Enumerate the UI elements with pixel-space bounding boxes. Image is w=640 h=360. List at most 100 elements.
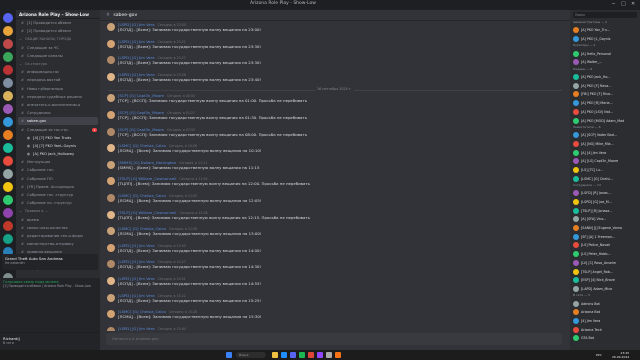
member-item[interactable]: [A] PKO [LSV] Nat... [570, 108, 640, 117]
close-icon[interactable]: ✕ [631, 1, 635, 7]
chat-message[interactable]: [SMMS] [G] Dollars_Harrington Сегодня, в … [100, 159, 570, 176]
chat-message[interactable]: [TSLP] [G] William_Cosmonnell Сегодня, в … [100, 209, 570, 226]
avatar[interactable] [107, 260, 115, 269]
server-icon[interactable] [3, 195, 13, 205]
chat-message[interactable]: [LSPD] [G] Jim Vera Сегодня, в 23:21 [ЛСПД… [100, 38, 570, 55]
member-item[interactable]: [A] PKO [MOD] Adam_Mad [570, 116, 640, 125]
message-author[interactable]: [TSLP] [G] William_Cosmonnell [118, 210, 176, 215]
minimize-icon[interactable]: ─ [612, 1, 615, 7]
chat-message[interactable]: [LSMC] [G] Chelsia_Calco Сегодня, в 12:00… [100, 192, 570, 209]
member-item[interactable]: [A] Walter_... [570, 58, 640, 67]
channel-item[interactable]: # sabee-gov [18, 117, 98, 126]
member-item[interactable]: [LSFD] [R] Jonas... [570, 189, 640, 198]
avatar[interactable] [107, 23, 115, 31]
chat-message[interactable]: [LSPD] [G] Jim Vera Сегодня, в 14:27 [ЛСПД… [100, 258, 570, 275]
message-author[interactable]: [LSPD] [G] Jim Vera [118, 326, 155, 331]
member-item[interactable]: [LAPD] Adam_Mica [570, 285, 640, 294]
server-icon[interactable] [3, 143, 13, 153]
server-icon[interactable] [3, 234, 13, 244]
now-playing-card[interactable]: Grand Theft Auto San Andreas Не изменён [2, 254, 98, 270]
member-item[interactable]: [LSPD] [G] Joe_M... [570, 198, 640, 207]
server-icon[interactable] [3, 182, 13, 192]
channel-item[interactable]: # Инструкция [16, 158, 100, 166]
channel-item[interactable]: # министерство-отправку [16, 240, 100, 248]
chat-message[interactable]: [LSPD] [G] Jim Vera Сегодня, в 14:51 [ЛСПД… [100, 275, 570, 292]
channel-item[interactable]: # Собрание по. структур [16, 199, 100, 207]
avatar[interactable] [107, 177, 115, 186]
server-icon[interactable] [3, 208, 13, 218]
message-input[interactable]: Написать в #sabee-gov [106, 333, 562, 345]
server-icon[interactable] [3, 26, 13, 36]
voice-user[interactable]: ● [A] PKO Jack_Hollowey [16, 150, 100, 158]
member-search-input[interactable]: Поиск [573, 12, 637, 18]
member-item[interactable]: [A] PKO Yan_Tru... [570, 26, 640, 35]
server-icon[interactable] [3, 65, 13, 75]
channel-item[interactable]: # [YR] Прием. Ассоциация [16, 183, 100, 191]
taskbar-search[interactable]: Поиск [236, 352, 266, 358]
app-icon-5[interactable] [335, 352, 341, 358]
message-author[interactable]: [LSPD] [G] Jim Vera [118, 293, 155, 298]
chat-message[interactable]: [LSMC] [G] Chelsia_Calco Сегодня, в 12:58… [100, 225, 570, 242]
avatar[interactable] [107, 127, 115, 136]
channel-item[interactable]: # опечатать-к-выполнению-о [16, 101, 100, 109]
member-item[interactable]: Arizona Tech [570, 325, 640, 334]
avatar[interactable] [107, 193, 115, 202]
member-item[interactable]: [A] [4] Jim Vera [570, 148, 640, 157]
member-item[interactable]: [A] [SCP] Vader Bad... [570, 131, 640, 140]
avatar[interactable] [107, 160, 115, 169]
avatar[interactable] [107, 326, 115, 331]
chat-message[interactable]: [LSMC] [G] Chelsia_Calco Сегодня, в 15:28… [100, 308, 570, 325]
member-item[interactable]: [LV] [C] Rosa_Anselm [570, 259, 640, 268]
voice-user[interactable]: ● [4] [?] PKO Yan Truds [16, 134, 100, 142]
channel-item[interactable]: # информация-гос [16, 68, 100, 76]
channel-item[interactable]: # Следящие за гос.стр. 1 [16, 125, 100, 133]
chat-message[interactable]: [LSPD] [G] Jim Vera Сегодня, в 13:53 [ЛСПД… [100, 242, 570, 259]
avatar[interactable] [107, 94, 115, 103]
chat-message[interactable]: [LSPD] [G] Jim Vera Сегодня, в 15:22 [ЛСПД… [100, 292, 570, 309]
member-item[interactable]: [ESP] [4] Nick_Brave [570, 276, 640, 285]
member-item[interactable]: [SF] [A] 1 Freeman... [570, 232, 640, 241]
start-icon[interactable] [226, 352, 232, 358]
taskbar-clock[interactable]: 23:45 26.09.2024 [612, 351, 629, 359]
chat-message[interactable]: [SCP] [G] Capt3n_Moore Сегодня, в 07:55 [Т… [100, 126, 570, 143]
member-item[interactable]: Admins Bot [570, 299, 640, 308]
member-item[interactable]: [A] PKO [L_Gaynis [570, 35, 640, 44]
avatar[interactable] [107, 210, 115, 219]
message-author[interactable]: [LSPD] [G] Jim Vera [118, 39, 155, 44]
channel-category[interactable]: ⌄ Правила и ... [16, 207, 100, 215]
member-item[interactable]: [A] PKO [F] Rava... [570, 81, 640, 90]
avatar[interactable] [107, 72, 115, 81]
avatar[interactable] [107, 276, 115, 285]
member-item[interactable]: GTA Bot [570, 334, 640, 343]
channel-item[interactable]: # Следящие каналы [16, 52, 100, 60]
member-item[interactable]: [A] Hello_Personal [570, 49, 640, 58]
member-item[interactable]: [SANN] [J] Eugene_Vorno [570, 224, 640, 233]
voice-user[interactable]: ● [4] [?] PKO YanL.Gaynis [16, 142, 100, 150]
guild-header[interactable]: Arizona Role Play – Show-Low [16, 10, 100, 19]
server-icon[interactable] [3, 117, 13, 127]
member-item[interactable]: [LS] Peter_Hobb... [570, 250, 640, 259]
app-icon-3[interactable] [317, 352, 323, 358]
member-item[interactable]: [TSLP] Angel_Rob... [570, 267, 640, 276]
taskbar-lang[interactable]: РУС [596, 353, 602, 357]
member-item[interactable]: [FBI] PKO [F] Riva... [570, 90, 640, 99]
member-item[interactable]: [TSLP] [R] Jonasa... [570, 206, 640, 215]
avatar[interactable] [107, 227, 115, 236]
message-list[interactable]: [LSPD] [G] Jim Vera Сегодня, в 23:00 [ЛСПД… [100, 21, 570, 331]
member-item[interactable]: [A] PKO Jack_Ho... [570, 73, 640, 82]
chat-message[interactable]: [SCP] [G] Capt3n_Moore Сегодня, в 01:27 [Т… [100, 109, 570, 126]
chat-message[interactable]: [LSPD] [G] Jim Vera Сегодня, в 23:27 [ЛСПД… [100, 54, 570, 71]
server-icon[interactable] [3, 104, 13, 114]
discord-icon[interactable] [290, 352, 296, 358]
file-explorer-icon[interactable] [272, 352, 278, 358]
chat-message[interactable]: [LSPD] [G] Jim Vera Сегодня, в 23:36 [ЛСПД… [100, 71, 570, 88]
chat-message[interactable]: [SCP] [G] Capt3n_Moore Сегодня, в 00:50 [Т… [100, 92, 570, 109]
channel-item[interactable]: # Собрание гос. структур [16, 191, 100, 199]
channel-item[interactable]: # [2] Проводится обзвон [16, 27, 100, 35]
member-item[interactable]: [LS] [TC] Lu... [570, 166, 640, 175]
server-icon[interactable] [3, 39, 13, 49]
channel-category[interactable]: ⌄ Се-стрктура [16, 60, 100, 68]
member-item[interactable]: [LSMC] [G] Chelsi... [570, 174, 640, 183]
chat-message[interactable]: [LSPD] [G] Jim Vera Сегодня, в 23:00 [ЛСПД… [100, 21, 570, 38]
channel-item[interactable]: # [1] Проводится обзвон [16, 19, 100, 27]
